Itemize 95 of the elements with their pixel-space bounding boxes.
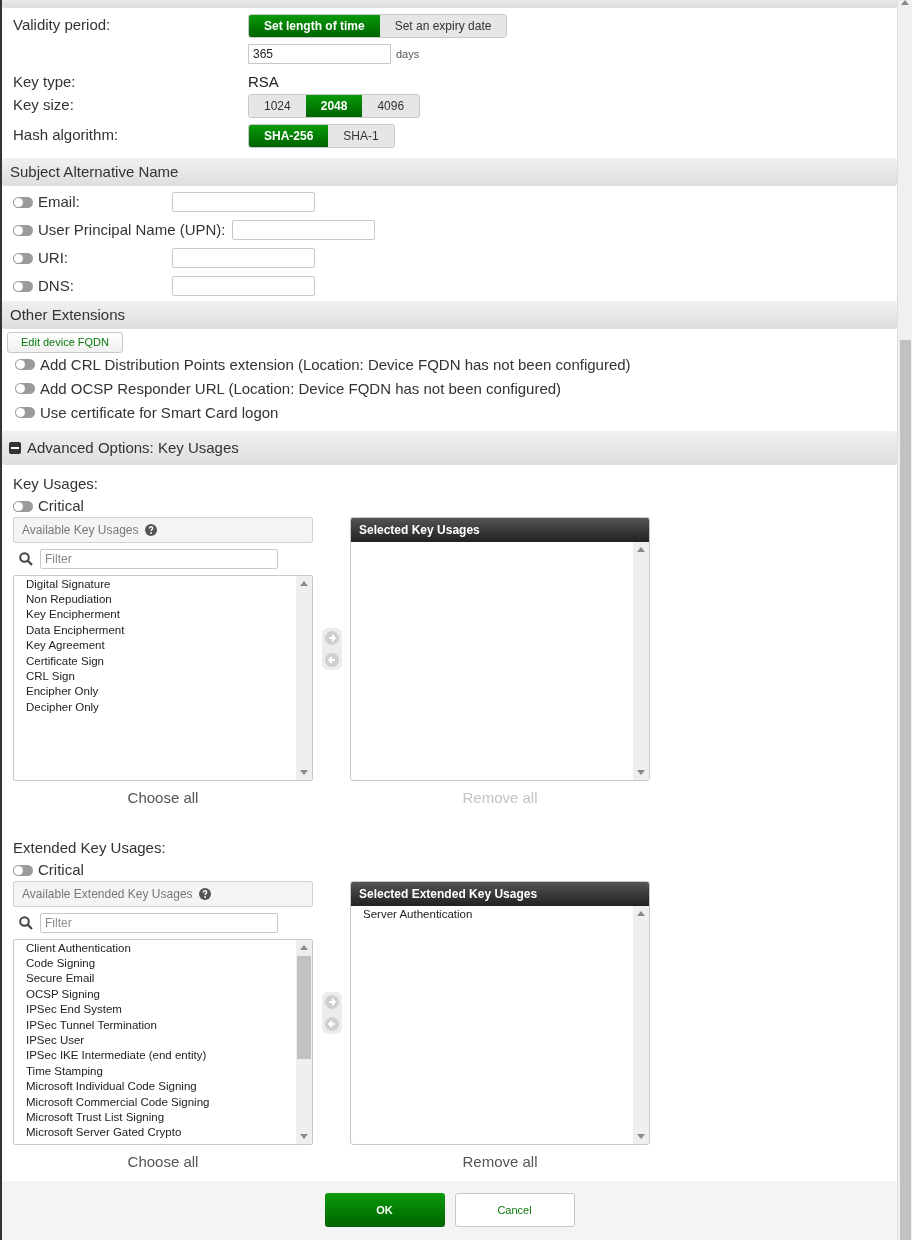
list-item[interactable]: Client Authentication xyxy=(26,940,296,956)
toggle-switch[interactable] xyxy=(15,383,35,395)
scrollbar[interactable] xyxy=(633,541,649,780)
list-item[interactable]: IPSec Tunnel Termination xyxy=(26,1017,296,1034)
toggle-label: Use certificate for Smart Card logon xyxy=(40,402,279,423)
arrow-right-icon[interactable] xyxy=(324,630,339,645)
arrow-right-icon[interactable] xyxy=(324,994,339,1009)
filter-field[interactable]: Filter xyxy=(40,912,278,933)
list-item[interactable]: Microsoft Server Gated Crypto xyxy=(26,1125,296,1141)
group-label: Extended Key Usages: xyxy=(13,837,167,858)
toggle-label: Critical xyxy=(38,860,84,881)
segment-button[interactable]: 2048 xyxy=(305,94,363,117)
scrollbar[interactable] xyxy=(296,575,312,780)
scroll-down-icon[interactable] xyxy=(637,769,645,775)
scrollbar[interactable] xyxy=(633,905,649,1144)
list-item[interactable]: Encipher Only xyxy=(26,684,296,700)
section-header[interactable]: Advanced Options: Key Usages xyxy=(2,430,897,465)
toggle-label: Add OCSP Responder URL (Location: Device FQDN has not been configured) xyxy=(40,378,562,399)
segment-button[interactable]: SHA-1 xyxy=(328,124,394,147)
list-item[interactable]: IPSec User xyxy=(26,1033,296,1049)
toggle-switch[interactable] xyxy=(15,359,35,371)
toggle-switch[interactable] xyxy=(13,224,33,236)
list-item[interactable]: IPSec End System xyxy=(26,1002,296,1018)
list-item[interactable]: Data Encipherment xyxy=(26,622,296,639)
scrollbar[interactable] xyxy=(296,939,312,1144)
list-item[interactable]: Non Repudiation xyxy=(26,592,296,608)
section-header: Other Extensions xyxy=(2,301,897,329)
scroll-up-icon[interactable] xyxy=(637,910,645,916)
toggle-switch[interactable] xyxy=(13,196,33,208)
field-label: User Principal Name (UPN): xyxy=(38,219,226,240)
toggle-switch[interactable] xyxy=(13,252,33,264)
list-header: Selected Key Usages xyxy=(351,517,649,542)
toggle-switch[interactable] xyxy=(13,865,33,877)
page-scrollbar[interactable] xyxy=(897,0,912,1240)
remove-all-button[interactable]: Remove all xyxy=(462,1151,538,1174)
segment-button[interactable]: 4096 xyxy=(362,94,420,117)
group-label: Key Usages: xyxy=(13,473,100,494)
list-item[interactable]: Secure Email xyxy=(26,971,296,987)
section-header: Subject Alternative Name xyxy=(2,158,897,187)
list-item[interactable]: Certificate Sign xyxy=(26,653,296,670)
unit-label: days xyxy=(396,46,420,62)
list-header: Available Key Usages xyxy=(13,516,313,543)
field-label: URI: xyxy=(38,247,68,268)
list-item[interactable]: Decipher Only xyxy=(26,699,296,716)
list-item[interactable]: OCSP Signing xyxy=(26,986,296,1003)
field-label: Key type: xyxy=(13,71,77,92)
segment-button[interactable]: Set length of time xyxy=(249,14,380,37)
scroll-up-icon[interactable] xyxy=(901,0,909,5)
scroll-down-icon[interactable] xyxy=(300,769,308,775)
list-item[interactable]: Key Encipherment xyxy=(26,607,296,623)
toggle-switch[interactable] xyxy=(13,501,33,513)
list-item[interactable]: Server Authentication xyxy=(363,906,633,922)
segment-button[interactable]: Set an expiry date xyxy=(379,14,507,37)
segment-button[interactable]: 1024 xyxy=(249,94,306,117)
segment-button[interactable]: SHA-256 xyxy=(249,124,329,147)
field-label: Validity period: xyxy=(13,14,112,35)
search-icon xyxy=(19,915,33,930)
list-item[interactable]: IPSec IKE Intermediate (end entity) xyxy=(26,1048,296,1064)
collapse-icon[interactable] xyxy=(9,441,21,454)
toggle-label: Add CRL Distribution Points extension (Location: Device FQDN has not been configured) xyxy=(40,354,631,375)
field-label: Hash algorithm: xyxy=(13,124,120,145)
list-item[interactable]: Digital Signature xyxy=(26,576,296,592)
list-item[interactable]: Microsoft Trust List Signing xyxy=(26,1110,296,1126)
toggle-switch[interactable] xyxy=(13,280,33,292)
choose-all-button[interactable]: Choose all xyxy=(127,787,199,810)
list-header: Available Extended Key Usages xyxy=(13,880,313,907)
key-type-value: RSA xyxy=(248,71,279,92)
help-icon[interactable] xyxy=(198,887,211,900)
field-label: Key size: xyxy=(13,94,75,115)
scroll-up-icon[interactable] xyxy=(300,944,308,950)
list-item[interactable]: Microsoft Individual Code Signing xyxy=(26,1079,296,1095)
field-label: DNS: xyxy=(38,275,74,296)
choose-all-button[interactable]: Choose all xyxy=(127,1151,199,1174)
scroll-down-icon[interactable] xyxy=(300,1133,308,1139)
toggle-switch[interactable] xyxy=(15,407,35,419)
list-item[interactable]: Key Agreement xyxy=(26,638,296,654)
days-input[interactable]: 365 xyxy=(248,43,391,64)
list-item[interactable]: Time Stamping xyxy=(26,1063,296,1080)
filter-field[interactable]: Filter xyxy=(40,548,278,569)
list-item[interactable]: CRL Sign xyxy=(26,669,296,685)
help-icon[interactable] xyxy=(144,523,157,536)
field-label: Email: xyxy=(38,191,80,212)
scroll-down-icon[interactable] xyxy=(637,1133,645,1139)
scroll-up-icon[interactable] xyxy=(637,546,645,552)
cancel-button[interactable]: Cancel xyxy=(454,1193,575,1228)
edit-fqdn-button[interactable]: Edit device FQDN xyxy=(7,331,123,353)
toggle-label: Critical xyxy=(38,496,84,517)
list-item[interactable]: Code Signing xyxy=(26,956,296,972)
arrow-left-icon[interactable] xyxy=(324,1016,339,1031)
list-item[interactable]: Microsoft Commercial Code Signing xyxy=(26,1094,296,1111)
arrow-left-icon[interactable] xyxy=(324,652,339,667)
scroll-up-icon[interactable] xyxy=(300,580,308,586)
list-header: Selected Extended Key Usages xyxy=(351,881,649,906)
ok-button[interactable]: OK xyxy=(324,1193,445,1228)
search-icon xyxy=(19,551,33,566)
